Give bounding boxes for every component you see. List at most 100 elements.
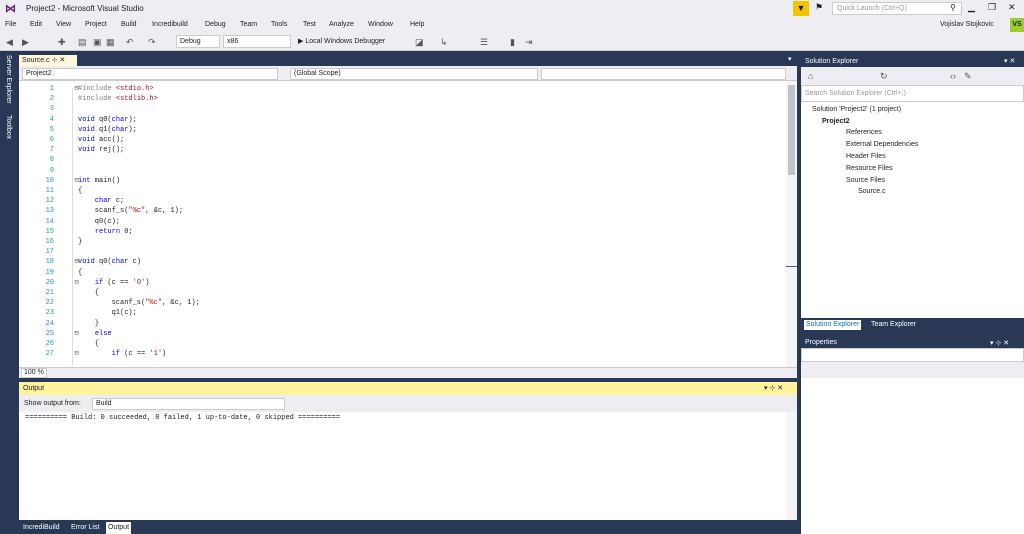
tab-output[interactable]: Output <box>106 522 132 534</box>
line-number: 18 <box>45 258 54 267</box>
code-line: int main() <box>78 176 121 185</box>
notification-filter-icon[interactable]: ▼ <box>793 1 809 16</box>
line-number: 8 <box>49 156 54 165</box>
line-number: 24 <box>45 319 54 328</box>
line-number: 3 <box>49 105 54 114</box>
fold-toggle-icon[interactable]: ⊟ <box>72 84 81 94</box>
save-all-icon[interactable]: ▦ <box>106 37 115 48</box>
tab-solution-explorer[interactable]: Solution Explorer <box>804 320 862 330</box>
code-line: { <box>78 187 83 195</box>
code-line: { <box>78 340 100 348</box>
output-source-select[interactable]: Build <box>92 398 285 410</box>
tree-header-files[interactable]: Header Files <box>846 153 886 160</box>
tree-resource-files[interactable]: Resource Files <box>846 165 893 172</box>
menu-test[interactable]: Test <box>303 21 316 28</box>
menu-edit[interactable]: Edit <box>30 21 42 28</box>
restore-button[interactable]: ❐ <box>988 2 996 13</box>
menu-build[interactable]: Build <box>121 21 137 28</box>
editor-scroll-thumb[interactable] <box>788 85 795 175</box>
quick-launch-input[interactable]: Quick Launch (Ctrl+Q) <box>832 2 962 15</box>
zoom-select[interactable]: 100 % <box>21 368 47 378</box>
tree-source-c[interactable]: Source.c <box>858 188 886 195</box>
menu-view[interactable]: View <box>56 21 71 28</box>
next-bookmark-icon[interactable]: ⇥ <box>525 37 533 48</box>
tools-icon[interactable]: ◪ <box>415 37 424 48</box>
menu-window[interactable]: Window <box>368 21 393 28</box>
tree-project[interactable]: Project2 <box>822 118 850 125</box>
redo-icon[interactable]: ↷ <box>148 37 156 48</box>
forward-icon[interactable]: ▶ <box>22 37 29 48</box>
home-icon[interactable]: ⌂ <box>808 71 813 81</box>
menu-incredibuild[interactable]: Incredibuild <box>152 21 188 28</box>
window-title: Project2 - Microsoft Visual Studio <box>26 4 144 13</box>
minimize-button[interactable]: ▁ <box>968 2 975 13</box>
tab-incredibuild[interactable]: IncrediBuild <box>21 522 62 534</box>
code-line: { <box>78 268 83 277</box>
new-project-icon[interactable]: ✚ <box>58 37 66 48</box>
output-pane[interactable] <box>19 412 797 520</box>
tab-source-c[interactable]: Source.c ⊹ ✕ <box>19 55 77 66</box>
output-window-buttons[interactable]: ▾ ⊹ ✕ <box>764 384 783 392</box>
scroll-position-marker <box>786 266 797 267</box>
line-number: 7 <box>49 146 54 155</box>
step-icon[interactable]: ↳ <box>440 37 448 48</box>
fold-toggle-icon[interactable]: ⊟ <box>72 257 81 267</box>
solution-search-input[interactable]: Search Solution Explorer (Ctrl+;) <box>801 85 1024 102</box>
fold-toggle-icon[interactable]: ⊟ <box>72 329 81 339</box>
tree-solution[interactable]: Solution 'Project2' (1 project) <box>812 106 901 113</box>
bookmark-icon[interactable]: ▮ <box>510 37 515 48</box>
feedback-flag-icon[interactable]: ⚑ <box>815 2 823 13</box>
tree-external-dependencies[interactable]: External Dependencies <box>846 141 918 148</box>
refresh-icon[interactable]: ↻ <box>880 71 888 82</box>
menu-analyze[interactable]: Analyze <box>329 21 354 28</box>
output-title: Output <box>23 385 45 392</box>
fold-toggle-icon[interactable]: ⊟ <box>72 278 81 288</box>
properties-window-buttons[interactable]: ▾ ⊹ ✕ <box>990 339 1009 347</box>
configuration-select[interactable]: Debug <box>176 35 220 48</box>
properties-object-select[interactable] <box>801 348 1024 362</box>
toolbox-tab[interactable]: Toolbox <box>5 115 12 139</box>
fold-toggle-icon[interactable]: ⊟ <box>72 349 81 359</box>
scope-nav-select[interactable]: (Global Scope) <box>290 68 538 80</box>
menu-debug[interactable]: Debug <box>205 21 226 28</box>
menu-team[interactable]: Team <box>240 21 257 28</box>
line-number: 23 <box>45 309 54 318</box>
output-scrollbar[interactable] <box>786 412 797 520</box>
menu-file[interactable]: File <box>5 21 16 28</box>
code-line: #include <stdio.h> <box>78 85 154 93</box>
indent-guide <box>72 88 73 365</box>
menu-help[interactable]: Help <box>410 21 424 28</box>
save-icon[interactable]: ▣ <box>93 37 102 48</box>
line-number: 5 <box>49 125 54 134</box>
tree-references[interactable]: References <box>846 129 882 136</box>
menu-project[interactable]: Project <box>85 21 107 28</box>
platform-select[interactable]: x86 <box>223 35 291 48</box>
tab-team-explorer[interactable]: Team Explorer <box>869 320 918 330</box>
close-button[interactable]: ✕ <box>1008 2 1016 13</box>
code-line: char c; <box>94 197 125 206</box>
comment-icon[interactable]: ☰ <box>480 37 488 48</box>
start-debugger-button[interactable]: ▶ Local Windows Debugger <box>298 37 385 45</box>
line-number: 15 <box>45 227 54 236</box>
editor-tab-strip <box>19 51 797 66</box>
menu-tools[interactable]: Tools <box>271 21 287 28</box>
back-icon[interactable]: ◀ <box>6 37 13 48</box>
fold-toggle-icon[interactable]: ⊟ <box>72 176 81 186</box>
properties-wrench-icon[interactable]: ✎ <box>964 71 972 82</box>
chevron-down-icon[interactable]: ▾ <box>788 55 792 63</box>
server-explorer-tab[interactable]: Server Explorer <box>5 55 12 104</box>
tree-source-files[interactable]: Source Files <box>846 177 885 184</box>
member-nav-select[interactable] <box>541 68 786 80</box>
user-name[interactable]: Vojislav Stojkovic <box>940 21 994 28</box>
user-avatar[interactable]: VS <box>1010 18 1024 32</box>
solution-explorer-window-buttons[interactable]: ▾ ✕ <box>1004 57 1015 65</box>
code-line: void q0(char c) <box>78 258 142 267</box>
view-code-icon[interactable]: ‹› <box>950 71 956 81</box>
undo-icon[interactable]: ↶ <box>126 37 134 48</box>
project-nav-select[interactable]: Project2 <box>22 68 278 80</box>
code-line: if (c == '1') <box>111 350 167 359</box>
open-file-icon[interactable]: ▤ <box>78 37 87 48</box>
code-line: scanf_s("%c", &c, 1); <box>78 299 200 308</box>
line-number: 26 <box>45 340 54 348</box>
tab-error-list[interactable]: Error List <box>69 522 101 534</box>
